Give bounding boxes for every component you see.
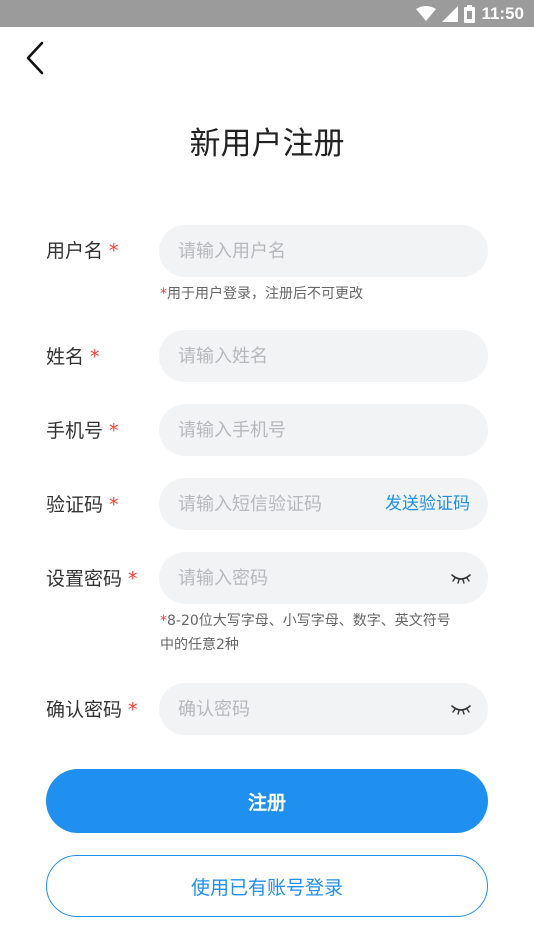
username-label: 用户名 * — [46, 236, 119, 263]
eye-closed-icon — [451, 705, 471, 715]
password-label-text: 设置密码 — [46, 568, 123, 590]
hint-required-mark: * — [160, 613, 167, 629]
phone-field[interactable] — [159, 404, 488, 456]
required-mark: * — [109, 240, 119, 262]
register-button[interactable]: 注册 — [46, 769, 488, 833]
username-label-text: 用户名 — [46, 240, 104, 262]
send-code-button[interactable]: 发送验证码 — [385, 478, 470, 530]
confirm-password-label-text: 确认密码 — [46, 699, 123, 721]
username-input[interactable] — [159, 225, 448, 277]
eye-closed-icon — [451, 574, 471, 584]
code-field[interactable]: 发送验证码 — [159, 478, 488, 530]
password-field[interactable] — [159, 552, 488, 604]
toggle-confirm-visibility[interactable] — [450, 699, 472, 719]
wifi-icon — [416, 5, 437, 21]
battery-icon — [464, 4, 476, 23]
signal-icon — [442, 5, 459, 22]
code-label-text: 验证码 — [46, 494, 104, 516]
name-field[interactable] — [159, 330, 488, 382]
name-input[interactable] — [159, 330, 448, 382]
username-hint-text: 用于用户登录，注册后不可更改 — [167, 286, 363, 302]
password-hint-line1: *8-20位大写字母、小写字母、数字、英文符号 — [160, 609, 451, 633]
page-title: 新用户注册 — [189, 126, 345, 162]
username-hint: *用于用户登录，注册后不可更改 — [160, 282, 363, 306]
phone-label: 手机号 * — [46, 416, 119, 443]
back-button[interactable] — [18, 38, 52, 78]
username-field[interactable] — [159, 225, 488, 277]
toggle-password-visibility[interactable] — [450, 568, 472, 588]
password-label: 设置密码 * — [46, 564, 138, 591]
name-label-text: 姓名 — [46, 346, 85, 368]
password-hint-text1: 8-20位大写字母、小写字母、数字、英文符号 — [167, 613, 451, 629]
confirm-password-input[interactable] — [159, 683, 448, 735]
password-hint: *8-20位大写字母、小写字母、数字、英文符号 中的任意2种 — [160, 609, 451, 657]
status-time: 11:50 — [481, 3, 524, 23]
required-mark: * — [128, 568, 138, 590]
code-label: 验证码 * — [46, 490, 119, 517]
required-mark: * — [90, 346, 100, 368]
confirm-password-field[interactable] — [159, 683, 488, 735]
phone-label-text: 手机号 — [46, 420, 104, 442]
phone-input[interactable] — [159, 404, 448, 456]
chevron-left-icon — [26, 41, 44, 75]
required-mark: * — [109, 420, 119, 442]
hint-required-mark: * — [160, 286, 167, 302]
status-bar: 11:50 — [0, 0, 534, 27]
password-input[interactable] — [159, 552, 448, 604]
required-mark: * — [128, 699, 138, 721]
confirm-password-label: 确认密码 * — [46, 695, 138, 722]
password-hint-line2: 中的任意2种 — [160, 637, 239, 653]
required-mark: * — [109, 494, 119, 516]
login-existing-button[interactable]: 使用已有账号登录 — [46, 855, 488, 917]
code-input[interactable] — [159, 478, 368, 530]
status-indicators: 11:50 — [416, 0, 524, 27]
name-label: 姓名 * — [46, 342, 100, 369]
